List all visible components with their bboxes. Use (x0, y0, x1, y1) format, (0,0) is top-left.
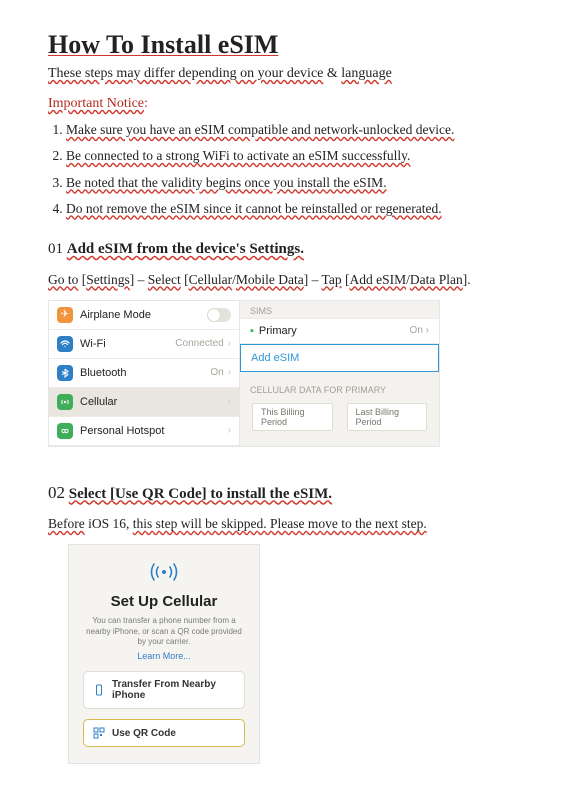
cellular-icon (57, 394, 73, 410)
settings-row-bluetooth: Bluetooth On› (49, 359, 239, 388)
settings-row-airplane: ✈ Airplane Mode (49, 301, 239, 330)
notice-list: Make sure you have an eSIM compatible an… (48, 118, 540, 221)
airplane-icon: ✈ (57, 307, 73, 323)
setup-blurb: You can transfer a phone number from a n… (79, 616, 249, 647)
tab-this-period: This Billing Period (252, 403, 333, 431)
notice-item: Make sure you have an eSIM compatible an… (66, 118, 540, 142)
hotspot-icon (57, 423, 73, 439)
qr-code-option: Use QR Code (83, 719, 245, 747)
airplane-toggle (207, 308, 231, 322)
notice-item: Be connected to a strong WiFi to activat… (66, 144, 540, 168)
primary-row: ▪ Primary On › (240, 318, 439, 344)
antenna-icon (79, 559, 249, 585)
step-02-heading: 02 Select [Use QR Code] to install the e… (48, 483, 540, 503)
sims-label: SIMs (240, 301, 439, 318)
tab-last-period: Last Billing Period (347, 403, 428, 431)
subtitle-text: These steps may differ depending on your… (48, 66, 323, 81)
step-02-desc: Before iOS 16, this step will be skipped… (48, 516, 540, 532)
phone-icon (93, 684, 105, 696)
settings-row-wifi: Wi-Fi Connected› (49, 330, 239, 359)
notice-item: Do not remove the eSIM since it cannot b… (66, 197, 540, 221)
important-notice-label: Important Notice: (48, 96, 540, 112)
notice-item: Be noted that the validity begins once y… (66, 171, 540, 195)
setup-cellular-screenshot: Set Up Cellular You can transfer a phone… (68, 544, 260, 764)
setup-heading: Set Up Cellular (79, 593, 249, 610)
settings-row-hotspot: Personal Hotspot › (49, 417, 239, 446)
qr-icon (93, 727, 105, 739)
cell-data-label: CELLULAR DATA FOR PRIMARY (240, 380, 439, 397)
settings-screenshot: ✈ Airplane Mode Wi-Fi Connected› Bluetoo… (48, 300, 440, 447)
wifi-icon (57, 336, 73, 352)
add-esim-row: Add eSIM (240, 344, 439, 372)
page-title: How To Install eSIM (48, 30, 540, 60)
transfer-option: Transfer From Nearby iPhone (83, 671, 245, 709)
step-01-heading: 01 Add eSIM from the device's Settings. (48, 241, 540, 258)
step-01-desc: Go to [Settings] – Select [Cellular/Mobi… (48, 272, 540, 288)
subtitle: These steps may differ depending on your… (48, 66, 540, 82)
learn-more-link: Learn More... (79, 651, 249, 661)
bluetooth-icon (57, 365, 73, 381)
settings-row-cellular: Cellular › (49, 388, 239, 417)
